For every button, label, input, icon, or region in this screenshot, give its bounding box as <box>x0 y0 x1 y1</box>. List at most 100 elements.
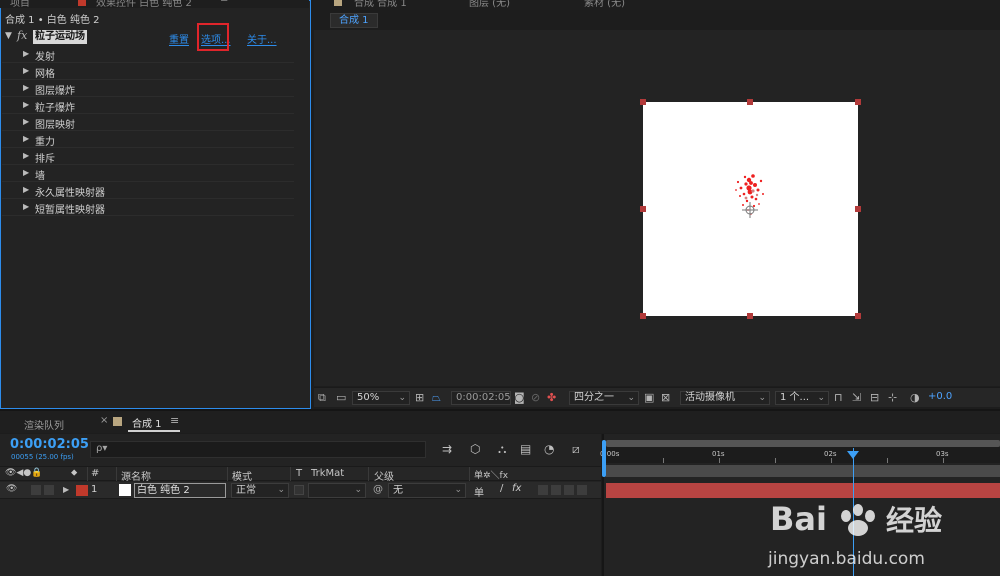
zoom-dropdown[interactable]: 50% ⌄ <box>352 391 410 405</box>
expand-triangle-icon[interactable]: ▶ <box>63 485 69 494</box>
canvas-handle-br[interactable] <box>855 313 861 319</box>
column-source-name[interactable]: 源名称 <box>121 468 151 483</box>
composition-canvas[interactable] <box>643 102 858 316</box>
pixel-aspect-icon[interactable]: ⊓ <box>834 392 843 404</box>
tab-footage[interactable]: 素材 (无) <box>584 0 625 9</box>
tab-comp-1[interactable]: 合成 1 <box>132 415 162 430</box>
draft-3d-icon[interactable]: ⬡ <box>470 442 480 456</box>
expand-triangle-icon[interactable]: ▶ <box>23 117 29 126</box>
switch-box[interactable] <box>564 485 574 495</box>
time-navigator-bar[interactable] <box>606 440 1000 447</box>
comp-breadcrumb-chip[interactable]: 合成 1 <box>330 13 378 28</box>
camera-dropdown[interactable]: 活动摄像机 ⌄ <box>680 391 770 405</box>
reset-link[interactable]: 重置 <box>169 31 189 46</box>
reset-exposure-icon[interactable]: ◑ <box>910 392 920 404</box>
property-grid[interactable]: ▶ 网格 <box>2 63 294 80</box>
preserve-transparency-toggle[interactable] <box>294 485 304 495</box>
canvas-handle-bl[interactable] <box>640 313 646 319</box>
canvas-handle-tm[interactable] <box>747 99 753 105</box>
canvas-handle-tr[interactable] <box>855 99 861 105</box>
property-particle-explode[interactable]: ▶ 粒子爆炸 <box>2 97 294 114</box>
property-emit[interactable]: ▶ 发射 <box>2 46 294 63</box>
about-link[interactable]: 关于... <box>247 31 277 46</box>
layer-name[interactable]: 白色 纯色 2 <box>134 483 226 498</box>
tab-menu-icon[interactable]: ≡ <box>220 0 228 5</box>
view-layout-dropdown[interactable]: 1 个... ⌄ <box>775 391 829 405</box>
property-ephemeral-mapper[interactable]: ▶ 短暂属性映射器 <box>2 199 294 216</box>
tab-composition[interactable]: 合成 合成 1 <box>354 0 407 9</box>
audio-toggle[interactable] <box>31 485 41 495</box>
snapshot-camera-icon[interactable]: ◙ <box>514 392 525 404</box>
expand-triangle-icon[interactable]: ▶ <box>23 168 29 177</box>
pick-whip-icon[interactable]: @ <box>373 484 383 495</box>
graph-editor-icon[interactable]: ⧄ <box>572 442 580 457</box>
safe-margins-icon[interactable]: ⊞ <box>415 392 424 404</box>
tab-effect-controls[interactable]: 效果控件 白色 纯色 2 <box>96 0 192 8</box>
playhead-handle[interactable] <box>847 451 859 459</box>
switch-box[interactable] <box>551 485 561 495</box>
column-mode[interactable]: 模式 <box>232 468 252 483</box>
timeline-search-input[interactable]: ρ▾ <box>90 441 426 458</box>
property-wall[interactable]: ▶ 墙 <box>2 165 294 182</box>
expand-triangle-icon[interactable]: ▶ <box>23 49 29 58</box>
region-of-interest-icon[interactable]: ▣ <box>644 392 654 404</box>
timeline-link-icon[interactable]: ⊟ <box>870 392 879 404</box>
fx-icon[interactable]: fx <box>17 29 27 42</box>
layer-label-color[interactable] <box>76 485 88 496</box>
tab-render-queue[interactable]: 渲染队列 <box>24 417 64 432</box>
current-time-field[interactable]: 0:00:02:05 <box>451 391 511 405</box>
solo-toggle[interactable] <box>44 485 54 495</box>
av-features-icons[interactable]: 👁◀●🔒 <box>5 468 42 478</box>
eye-icon[interactable]: 👁 <box>6 484 17 494</box>
exposure-value[interactable]: +0.0 <box>928 391 952 402</box>
frame-blending-icon[interactable]: ▤ <box>520 442 531 456</box>
expand-triangle-icon[interactable]: ▶ <box>23 202 29 211</box>
property-layer-explode[interactable]: ▶ 图层爆炸 <box>2 80 294 97</box>
tab-menu-icon[interactable]: ≡ <box>170 414 179 427</box>
close-icon[interactable]: × <box>100 415 108 426</box>
effect-header-row[interactable]: ▼ fx 粒子运动场 重置 选项... 关于... <box>2 29 294 46</box>
property-persistent-mapper[interactable]: ▶ 永久属性映射器 <box>2 182 294 199</box>
parent-dropdown[interactable]: 无 ⌄ <box>388 483 466 498</box>
motion-blur-icon[interactable]: ◔ <box>544 442 554 456</box>
channels-icon[interactable]: ✤ <box>547 392 556 404</box>
shy-layers-icon[interactable]: ⛬ <box>498 442 506 457</box>
expand-triangle-icon[interactable]: ▶ <box>23 83 29 92</box>
expand-triangle-icon[interactable]: ▶ <box>23 151 29 160</box>
expand-triangle-icon[interactable]: ▶ <box>23 66 29 75</box>
show-snapshot-icon[interactable]: ⊘ <box>531 392 540 404</box>
timeline-current-time[interactable]: 0:00:02:05 <box>10 437 89 452</box>
collapse-triangle-icon[interactable]: ▼ <box>5 31 12 41</box>
column-parent[interactable]: 父级 <box>374 468 394 483</box>
tab-project[interactable]: 项目 <box>10 0 30 8</box>
always-preview-icon[interactable]: ⧉ <box>318 392 326 404</box>
quality-switch-icon[interactable]: / <box>500 483 503 494</box>
timeline-start-marker[interactable] <box>602 440 606 477</box>
mask-visibility-icon[interactable]: ⏢ <box>432 392 441 404</box>
property-layer-map[interactable]: ▶ 图层映射 <box>2 114 294 131</box>
switch-box[interactable] <box>577 485 587 495</box>
comp-flowchart-icon[interactable]: ⊹ <box>888 392 897 404</box>
timeline-layer-row[interactable]: 👁 ▶ 1 白色 纯色 2 正常 ⌄ ⌄ @ 无 ⌄ 单 / fx <box>0 482 601 499</box>
canvas-handle-bm[interactable] <box>747 313 753 319</box>
expand-triangle-icon[interactable]: ▶ <box>23 100 29 109</box>
property-repel[interactable]: ▶ 排斥 <box>2 148 294 165</box>
fx-switch-icon[interactable]: fx <box>512 483 521 494</box>
label-tag-icon[interactable]: ⬥ <box>71 468 77 478</box>
expand-triangle-icon[interactable]: ▶ <box>23 185 29 194</box>
tab-layer[interactable]: 图层 (无) <box>469 0 510 9</box>
trkmat-dropdown[interactable]: ⌄ <box>308 483 366 498</box>
column-trkmat[interactable]: TrkMat <box>311 468 344 479</box>
shy-switch-icon[interactable]: 单 <box>474 484 484 499</box>
transparency-grid-icon[interactable]: ⊠ <box>661 392 670 404</box>
fast-preview-icon[interactable]: ⇲ <box>852 392 861 404</box>
canvas-handle-tl[interactable] <box>640 99 646 105</box>
expand-triangle-icon[interactable]: ▶ <box>23 134 29 143</box>
composition-nav-icon[interactable]: ⇉ <box>442 442 452 456</box>
property-gravity[interactable]: ▶ 重力 <box>2 131 294 148</box>
switch-box[interactable] <box>538 485 548 495</box>
canvas-handle-mr[interactable] <box>855 206 861 212</box>
monitor-icon[interactable]: ▭ <box>336 392 346 404</box>
column-switches[interactable]: 单✲＼fx <box>474 468 508 481</box>
work-area-bar[interactable] <box>606 465 1000 477</box>
